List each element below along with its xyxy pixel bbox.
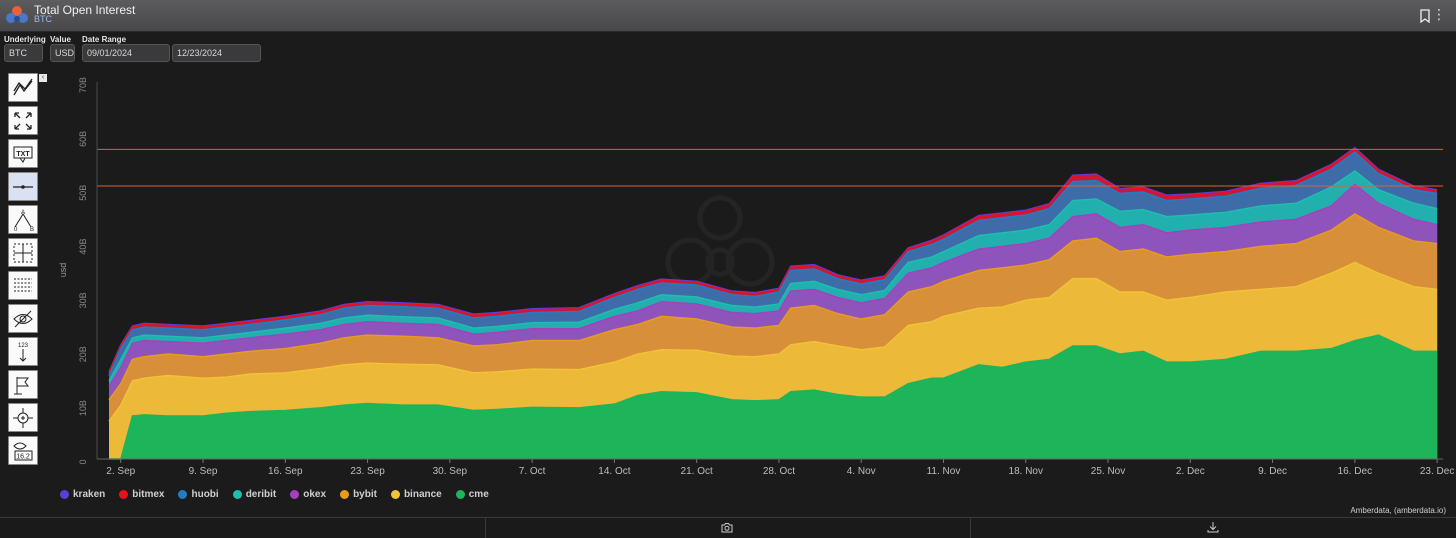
camera-icon[interactable] — [721, 522, 733, 533]
legend-label: huobi — [191, 489, 219, 500]
legend-item-bitmex[interactable]: bitmex — [119, 489, 164, 500]
y-tick-label: 30B — [78, 292, 88, 308]
amberdata-logo-icon — [6, 6, 28, 23]
legend-item-huobi[interactable]: huobi — [178, 489, 219, 500]
legend-item-bybit[interactable]: bybit — [340, 489, 377, 500]
x-tick-label: 23. Sep — [350, 466, 385, 477]
legend-swatch — [340, 490, 350, 499]
y-tick-label: 0 — [78, 459, 88, 464]
chart-watermark-logo-icon — [665, 195, 775, 287]
open-interest-chart[interactable]: 0 10B 20B 30B 40B 50B 60B 70B 2. Sep 9. Sep 16. S… — [0, 70, 1456, 490]
y-tick-label: 50B — [78, 185, 88, 201]
x-tick-label: 18. Nov — [1009, 466, 1043, 477]
x-tick-label: 16. Sep — [268, 466, 303, 477]
y-tick-label: 20B — [78, 346, 88, 362]
x-tick-label: 2. Sep — [106, 466, 135, 477]
legend-swatch — [60, 490, 69, 499]
legend-swatch — [232, 490, 242, 499]
legend-label: deribit — [245, 489, 277, 500]
x-tick-label: 11. Nov — [927, 466, 961, 477]
x-tick-label: 28. Oct — [763, 466, 795, 477]
legend-item-binance[interactable]: binance — [390, 489, 442, 500]
x-tick-label: 16. Dec — [1338, 466, 1372, 477]
underlying-label: Underlying — [4, 35, 46, 44]
legend-label: cme — [468, 489, 489, 500]
bookmark-icon[interactable] — [1418, 9, 1432, 23]
more-options-icon[interactable]: ⋮ — [1432, 7, 1446, 21]
x-tick-label: 23. Dec — [1420, 466, 1454, 477]
legend-swatch — [178, 490, 188, 499]
y-axis-label: usd — [58, 263, 68, 278]
download-icon[interactable] — [1207, 521, 1219, 533]
x-tick-label: 4. Nov — [847, 466, 876, 477]
x-tick-label: 9. Sep — [189, 466, 218, 477]
x-tick-label: 14. Oct — [598, 466, 630, 477]
legend-item-okex[interactable]: okex — [290, 489, 326, 500]
y-tick-label: 10B — [78, 400, 88, 416]
x-tick-label: 30. Sep — [433, 466, 468, 477]
date-range-label: Date Range — [82, 35, 127, 44]
legend-label: okex — [303, 489, 327, 500]
legend-label: bybit — [353, 489, 377, 500]
value-select[interactable]: USD — [50, 44, 75, 62]
legend-item-kraken[interactable]: kraken — [60, 489, 105, 500]
y-tick-label: 40B — [78, 239, 88, 255]
legend-item-cme[interactable]: cme — [455, 489, 489, 500]
y-tick-label: 60B — [78, 131, 88, 147]
legend-item-deribit[interactable]: deribit — [232, 489, 277, 500]
legend-swatch — [119, 490, 129, 499]
legend-swatch — [290, 490, 300, 499]
legend-label: kraken — [73, 489, 106, 500]
value-label: Value — [50, 35, 71, 44]
x-tick-label: 9. Dec — [1258, 466, 1287, 477]
bottom-bar — [0, 517, 1456, 538]
x-tick-label: 2. Dec — [1176, 466, 1205, 477]
credit-text: Amberdata, (amberdata.io) — [1350, 506, 1446, 515]
date-end-input[interactable]: 12/23/2024 — [172, 44, 261, 62]
legend-swatch — [390, 490, 400, 499]
x-tick-label: 25. Nov — [1091, 466, 1125, 477]
date-start-input[interactable]: 09/01/2024 — [82, 44, 170, 62]
legend-label: binance — [403, 489, 442, 500]
title-bar: Total Open Interest BTC ⋮ — [0, 0, 1456, 32]
chart-legend: kraken bitmex huobi deribit okex bybit binance… — [60, 489, 489, 500]
x-tick-label: 7. Oct — [519, 466, 546, 477]
x-tick-label: 21. Oct — [681, 466, 713, 477]
legend-label: bitmex — [132, 489, 165, 500]
legend-swatch — [455, 490, 465, 499]
underlying-select[interactable]: BTC — [4, 44, 43, 62]
y-tick-label: 70B — [78, 77, 88, 93]
page-subtitle: BTC — [34, 14, 52, 24]
